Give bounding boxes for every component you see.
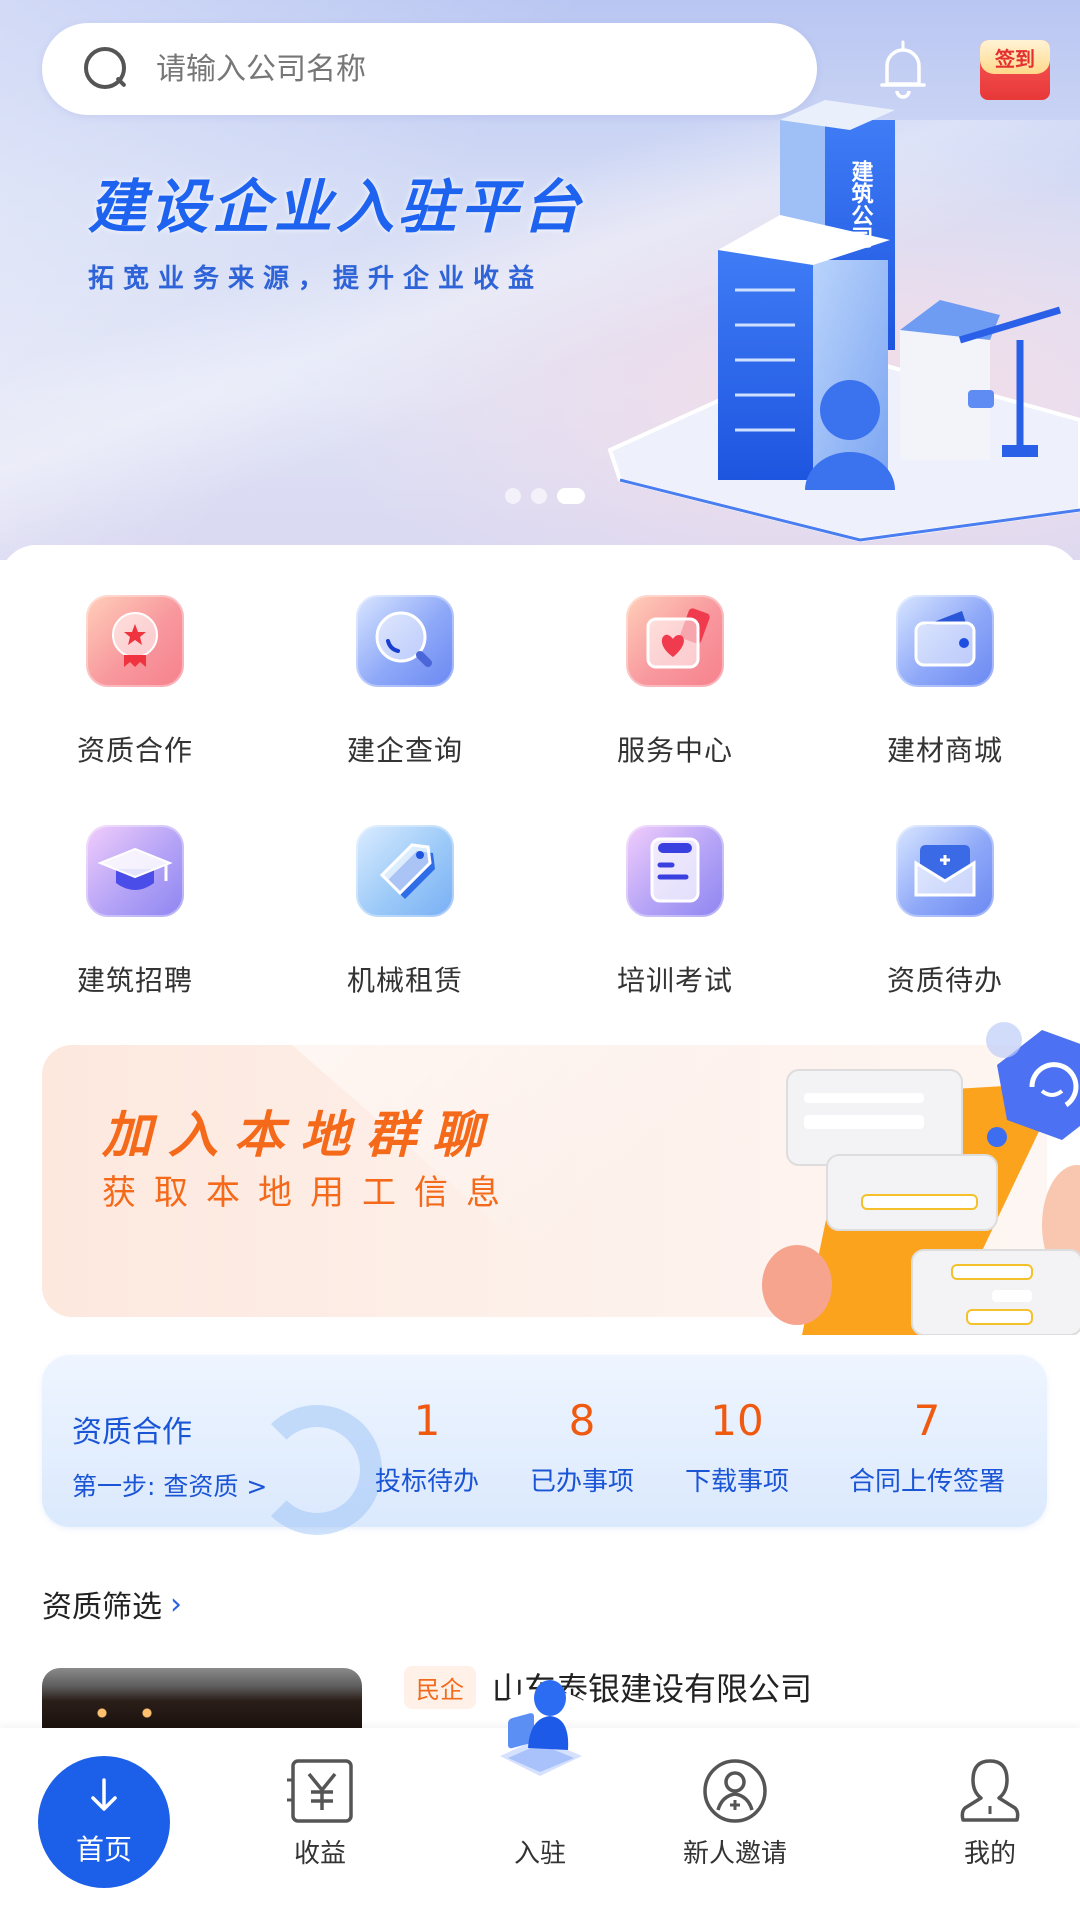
tab-invite[interactable]: 新人邀请 — [635, 1728, 835, 1920]
front-tower — [718, 250, 813, 480]
tab-label: 收益 — [293, 1839, 346, 1869]
chat-card — [826, 1154, 998, 1231]
grid-item-service-center[interactable]: 服务中心 — [540, 595, 810, 769]
grid-item-qualification-todo[interactable]: 资质待办 — [810, 825, 1080, 999]
qualification-filter-link[interactable]: 资质筛选 › — [42, 1582, 182, 1626]
section-heading: 资质筛选 — [42, 1590, 162, 1625]
stat-label: 合同上传签署 — [848, 1467, 1005, 1497]
tab-label: 入驻 — [513, 1839, 566, 1869]
envelope-plus-icon — [896, 825, 994, 917]
grid-item-label: 培训考试 — [616, 964, 733, 997]
feature-grid: 资质合作 建企查询 服务中心 建材商城 建筑招聘 机械租赁 培训考试 资质待办 — [0, 595, 1080, 999]
check-qualification-link[interactable]: 第一步: 查资质 > — [72, 1467, 267, 1503]
award-medal-icon — [86, 595, 184, 687]
price-tag-icon — [356, 825, 454, 917]
grid-item-label: 建企查询 — [346, 734, 463, 767]
grid-item-label: 资质待办 — [886, 964, 1003, 997]
grid-item-company-search[interactable]: 建企查询 — [270, 595, 540, 769]
stat-value: 8 — [568, 1396, 596, 1445]
stat-value: 7 — [913, 1396, 941, 1445]
stat-value: 1 — [413, 1396, 441, 1445]
grid-item-construction-recruiting[interactable]: 建筑招聘 — [0, 825, 270, 999]
document-icon — [626, 825, 724, 917]
banner-title: 建设企业入驻平台 — [88, 173, 585, 241]
search-input[interactable] — [156, 51, 756, 87]
hero-banner[interactable]: 签到 建设企业入驻平台 拓宽业务来源，提升企业收益 建筑公司 — [0, 0, 1080, 560]
magnifier-icon — [356, 595, 454, 687]
building-illustration: 建筑公司 — [607, 100, 1080, 543]
wallet-icon — [896, 595, 994, 687]
bottom-tab-bar: 首页 收益 入驻 新人邀请 我的 — [0, 1680, 1080, 1920]
stat-completed-items[interactable]: 8 已办事项 — [517, 1395, 647, 1498]
tab-label: 新人邀请 — [682, 1839, 787, 1869]
carousel-dot-active[interactable] — [557, 488, 585, 504]
stat-contract-upload-sign[interactable]: 7 合同上传签署 — [832, 1395, 1022, 1498]
tab-label: 首页 — [75, 1833, 132, 1866]
grid-item-label: 服务中心 — [616, 734, 733, 767]
checkin-label: 签到 — [980, 40, 1050, 74]
carousel-dot[interactable] — [531, 488, 547, 504]
user-icon — [960, 1759, 1020, 1822]
tab-home[interactable]: 首页 — [0, 1728, 200, 1920]
grid-item-machinery-rental[interactable]: 机械租赁 — [270, 825, 540, 999]
grid-item-label: 建材商城 — [886, 734, 1003, 767]
chevron-right-icon: › — [170, 1586, 182, 1622]
stat-bidding-todo[interactable]: 1 投标待办 — [362, 1395, 492, 1498]
stats-title: 资质合作 — [72, 1415, 192, 1450]
tab-profile[interactable]: 我的 — [890, 1728, 1080, 1920]
carousel-dot[interactable] — [505, 488, 521, 504]
stat-label: 下载事项 — [684, 1467, 789, 1497]
promo-subtitle: 获取本地用工信息 — [102, 1173, 518, 1213]
person-head — [820, 380, 880, 440]
stat-download-items[interactable]: 10 下载事项 — [672, 1395, 802, 1498]
heart-card-icon — [626, 595, 724, 687]
invite-user-icon — [703, 1759, 767, 1823]
grid-item-label: 建筑招聘 — [76, 964, 193, 997]
yen-book-icon — [287, 1759, 353, 1823]
company-thumbnail — [42, 1668, 362, 1728]
graduation-cap-icon — [86, 825, 184, 917]
home-active-circle: 首页 — [38, 1756, 170, 1888]
grid-item-label: 机械租赁 — [346, 964, 463, 997]
stat-value: 10 — [710, 1396, 764, 1445]
company-type-badge: 民企 — [404, 1666, 476, 1709]
promo-title: 加入本地群聊 — [102, 1106, 498, 1164]
stat-label: 已办事项 — [529, 1467, 634, 1497]
tab-label: 我的 — [963, 1839, 1016, 1869]
banner-subtitle: 拓宽业务来源，提升企业收益 — [88, 264, 544, 294]
stat-label: 投标待办 — [374, 1467, 479, 1497]
search-icon — [82, 45, 130, 93]
grid-item-qualification-cooperation[interactable]: 资质合作 — [0, 595, 270, 769]
grid-item-materials-mall[interactable]: 建材商城 — [810, 595, 1080, 769]
qualification-stats-card: 资质合作 第一步: 查资质 > 1 投标待办 8 已办事项 10 下载事项 7 … — [42, 1355, 1047, 1535]
join-group-banner[interactable]: 加入本地群聊 获取本地用工信息 — [42, 1022, 1080, 1335]
tab-earnings[interactable]: 收益 — [220, 1728, 420, 1920]
arrow-down-icon — [91, 1778, 117, 1811]
group-chat-illustration — [762, 1022, 1080, 1335]
tab-join[interactable]: 入驻 — [440, 1680, 640, 1920]
carousel-indicator — [505, 488, 585, 504]
grid-item-training-exam[interactable]: 培训考试 — [540, 825, 810, 999]
grid-item-label: 资质合作 — [76, 734, 193, 767]
enter-3d-icon — [500, 1680, 582, 1776]
